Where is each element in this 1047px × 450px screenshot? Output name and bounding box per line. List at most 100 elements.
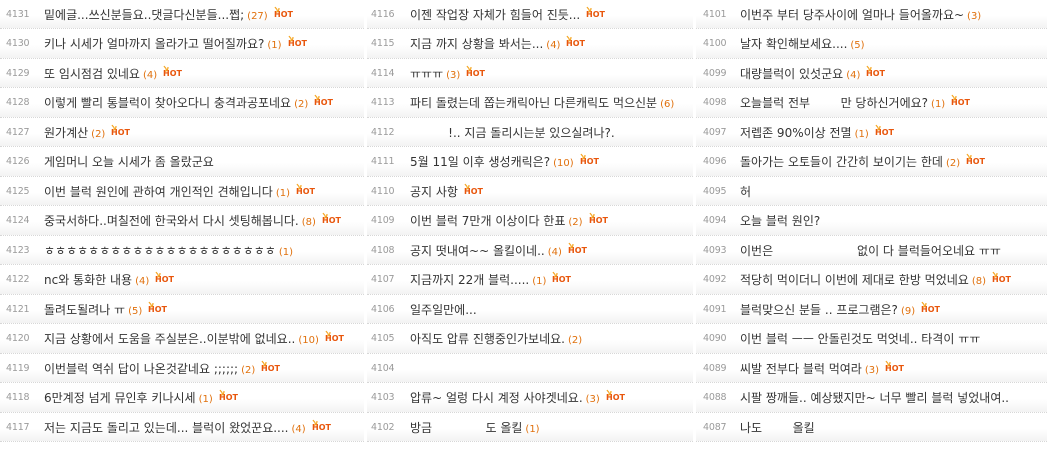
comment-count[interactable]: (5)	[850, 40, 864, 51]
post-title-link[interactable]: 날자 확인해보세요....	[740, 37, 847, 51]
hot-badge-icon: HOT	[577, 153, 603, 165]
comment-count[interactable]: (3)	[865, 365, 879, 376]
post-title-link[interactable]: 공지 사항	[410, 185, 458, 199]
post-number: 4088	[703, 392, 727, 404]
comment-count[interactable]: (2)	[241, 365, 255, 376]
post-title-link[interactable]: 대량블럭이 있섯군요	[740, 67, 843, 81]
comment-count[interactable]: (1)	[199, 394, 213, 405]
comment-count[interactable]: (5)	[128, 306, 142, 317]
post-number: 4117	[6, 421, 30, 433]
post-row: 4127 원가계산 (2) HOT	[0, 117, 364, 148]
post-title-link[interactable]: 아직도 압류 진행중인가보네요.	[410, 332, 565, 346]
post-title-link[interactable]: 저렙존 90%이상 전멸	[740, 126, 852, 140]
comment-count[interactable]: (1)	[525, 424, 539, 435]
post-title-link[interactable]: 이번은 없이 다 블럭들어오네요 ㅠㅠ	[740, 244, 1001, 258]
comment-count[interactable]: (9)	[901, 306, 915, 317]
comment-count[interactable]: (3)	[586, 394, 600, 405]
post-title-link[interactable]: 시팔 짱깨들.. 예상됐지만~ 너무 빨리 블럭 넣었내여..	[740, 391, 1009, 405]
post-entry: 돌려도될려나 ㅠ (5) HOT	[44, 301, 171, 318]
post-title-link[interactable]: 돌아가는 오토들이 간간히 보이기는 한데	[740, 155, 943, 169]
comment-count[interactable]: (1)	[279, 247, 293, 258]
post-title-link[interactable]: 이젠 작업장 자체가 힘들어 진듯...	[410, 8, 580, 22]
comment-count[interactable]: (10)	[298, 335, 319, 346]
comment-count[interactable]: (1)	[855, 129, 869, 140]
post-title-link[interactable]: 6만계정 넘게 뮤인후 키나시세	[44, 391, 196, 405]
comment-count[interactable]: (2)	[91, 129, 105, 140]
comment-count[interactable]: (2)	[294, 99, 308, 110]
comment-count[interactable]: (4)	[548, 247, 562, 258]
hot-badge-label: HOT	[966, 157, 985, 165]
comment-count[interactable]: (2)	[946, 158, 960, 169]
hot-badge-label: HOT	[464, 187, 483, 195]
post-title-link[interactable]: 게임머니 오늘 시세가 좀 올랐군요	[44, 155, 214, 169]
post-title-link[interactable]: 이번 블럭 ㅡㅡ 안돌린것도 먹엇네.. 타격이 ㅠㅠ	[740, 332, 980, 346]
post-title-link[interactable]: !.. 지금 돌리시는분 있으실려나?.	[410, 126, 615, 140]
post-title-link[interactable]: 지금 상황에서 도움을 주실분은..이분밖에 없네요..	[44, 332, 295, 346]
post-title-link[interactable]: 중국서하다..며칠전에 한국와서 다시 셋팅해봅니다.	[44, 214, 299, 228]
comment-count[interactable]: (2)	[568, 217, 582, 228]
post-title-link[interactable]: 오늘블럭 전부 만 당하신거에요?	[740, 96, 928, 110]
post-title-link[interactable]: ㅠㅠㅠ	[410, 67, 443, 81]
post-title-link[interactable]: 이번 블럭 7만개 이상이다 한표	[410, 214, 565, 228]
hot-badge-label: HOT	[951, 98, 970, 106]
post-title-link[interactable]: 원가계산	[44, 126, 88, 140]
post-title-link[interactable]: 일주일만에...	[410, 303, 477, 317]
comment-count[interactable]: (3)	[967, 11, 981, 22]
post-title-link[interactable]: 또 임시점검 있네요	[44, 67, 140, 81]
comment-count[interactable]: (4)	[292, 424, 306, 435]
post-title-link[interactable]: ㅎㅎㅎㅎㅎㅎㅎㅎㅎㅎㅎㅎㅎㅎㅎㅎㅎㅎㅎㅎㅎ	[44, 244, 276, 258]
comment-count[interactable]: (1)	[532, 276, 546, 287]
post-title-link[interactable]: 지금까지 22개 블럭.....	[410, 273, 529, 287]
post-title-link[interactable]: 씨발 전부다 블럭 먹여라	[740, 362, 862, 376]
post-title-link[interactable]: 이렇게 빨리 통블럭이 찾아오다니 충격과공포네요	[44, 96, 291, 110]
post-title-link[interactable]: 적당히 먹이더니 이번에 제대로 한방 먹었네요	[740, 273, 969, 287]
post-title-link[interactable]: 공지 떳내여~~ 올킬이네..	[410, 244, 545, 258]
post-title-link[interactable]: 압류~ 얼렁 다시 계정 사야겟네요.	[410, 391, 583, 405]
comment-count[interactable]: (6)	[660, 99, 674, 110]
post-row: 4122 nc와 통화한 내용 (4) HOT	[0, 265, 364, 295]
comment-count[interactable]: (4)	[135, 276, 149, 287]
post-title-link[interactable]: 돌려도될려나 ㅠ	[44, 303, 125, 317]
post-row: 4124 중국서하다..며칠전에 한국와서 다시 셋팅해봅니다. (8) HOT	[0, 206, 364, 236]
post-title-link[interactable]: 나도 올킬	[740, 421, 815, 435]
comment-count[interactable]: (1)	[931, 99, 945, 110]
comment-count[interactable]: (3)	[446, 70, 460, 81]
comment-count[interactable]: (27)	[247, 11, 268, 22]
post-title-link[interactable]: 지금 까지 상황을 봐서는...	[410, 37, 543, 51]
post-title-link[interactable]: 오늘 블럭 원인?	[740, 214, 820, 228]
post-title-link[interactable]: 밑에글...쓰신분들요..댓글다신분들...쩝;	[44, 8, 244, 22]
comment-count[interactable]: (4)	[546, 40, 560, 51]
post-title-link[interactable]: 파티 돌렸는데 쫍는캐릭아닌 다른캐릭도 먹으신분	[410, 96, 657, 110]
post-title-link[interactable]: 이번 블럭 원인에 관하여 개인적인 견해입니다	[44, 185, 273, 199]
comment-count[interactable]: (2)	[568, 335, 582, 346]
hot-badge-label: HOT	[155, 275, 174, 283]
post-title-link[interactable]: 허	[740, 185, 751, 199]
comment-count[interactable]: (1)	[267, 40, 281, 51]
hot-badge-icon: HOT	[586, 212, 612, 224]
post-title-link[interactable]: nc와 통화한 내용	[44, 273, 132, 287]
hot-badge-label: HOT	[163, 69, 182, 77]
post-title-link[interactable]: 키나 시세가 얼마까지 올라가고 떨어질까요?	[44, 37, 264, 51]
post-entry: 중국서하다..며칠전에 한국와서 다시 셋팅해봅니다. (8) HOT	[44, 212, 345, 229]
comment-count[interactable]: (4)	[846, 70, 860, 81]
post-title-link[interactable]: 방금 도 올킬	[410, 421, 522, 435]
hot-badge-icon: HOT	[311, 94, 337, 106]
comment-count[interactable]: (10)	[553, 158, 574, 169]
comment-count[interactable]: (1)	[276, 188, 290, 199]
post-title-link[interactable]: 이번주 부터 당주사이에 얼마나 들어올까요~	[740, 8, 964, 22]
post-number: 4087	[703, 421, 727, 433]
post-entry: 공지 사항 HOT	[410, 183, 487, 200]
post-title-link[interactable]: 이번블럭 역쉬 답이 나온것같네요 ;;;;;;	[44, 362, 238, 376]
post-title-link[interactable]: 저는 지금도 돌리고 있는데... 블럭이 왔었꾼요....	[44, 421, 289, 435]
post-row: 4087 나도 올킬	[696, 412, 1047, 443]
post-row: 4088 시팔 짱깨들.. 예상됐지만~ 너무 빨리 블럭 넣었내여..	[696, 383, 1047, 413]
hot-badge-icon: HOT	[863, 65, 889, 77]
post-entry: 오늘 블럭 원인?	[740, 212, 820, 229]
post-title-link[interactable]: 5월 11일 이후 생성캐릭은?	[410, 155, 550, 169]
post-title-link[interactable]: 블럭맞으신 분들 .. 프로그램은?	[740, 303, 898, 317]
hot-badge-label: HOT	[589, 216, 608, 224]
comment-count[interactable]: (8)	[302, 217, 316, 228]
comment-count[interactable]: (8)	[972, 276, 986, 287]
comment-count[interactable]: (4)	[143, 70, 157, 81]
post-row: 4106 일주일만에...	[367, 294, 693, 325]
